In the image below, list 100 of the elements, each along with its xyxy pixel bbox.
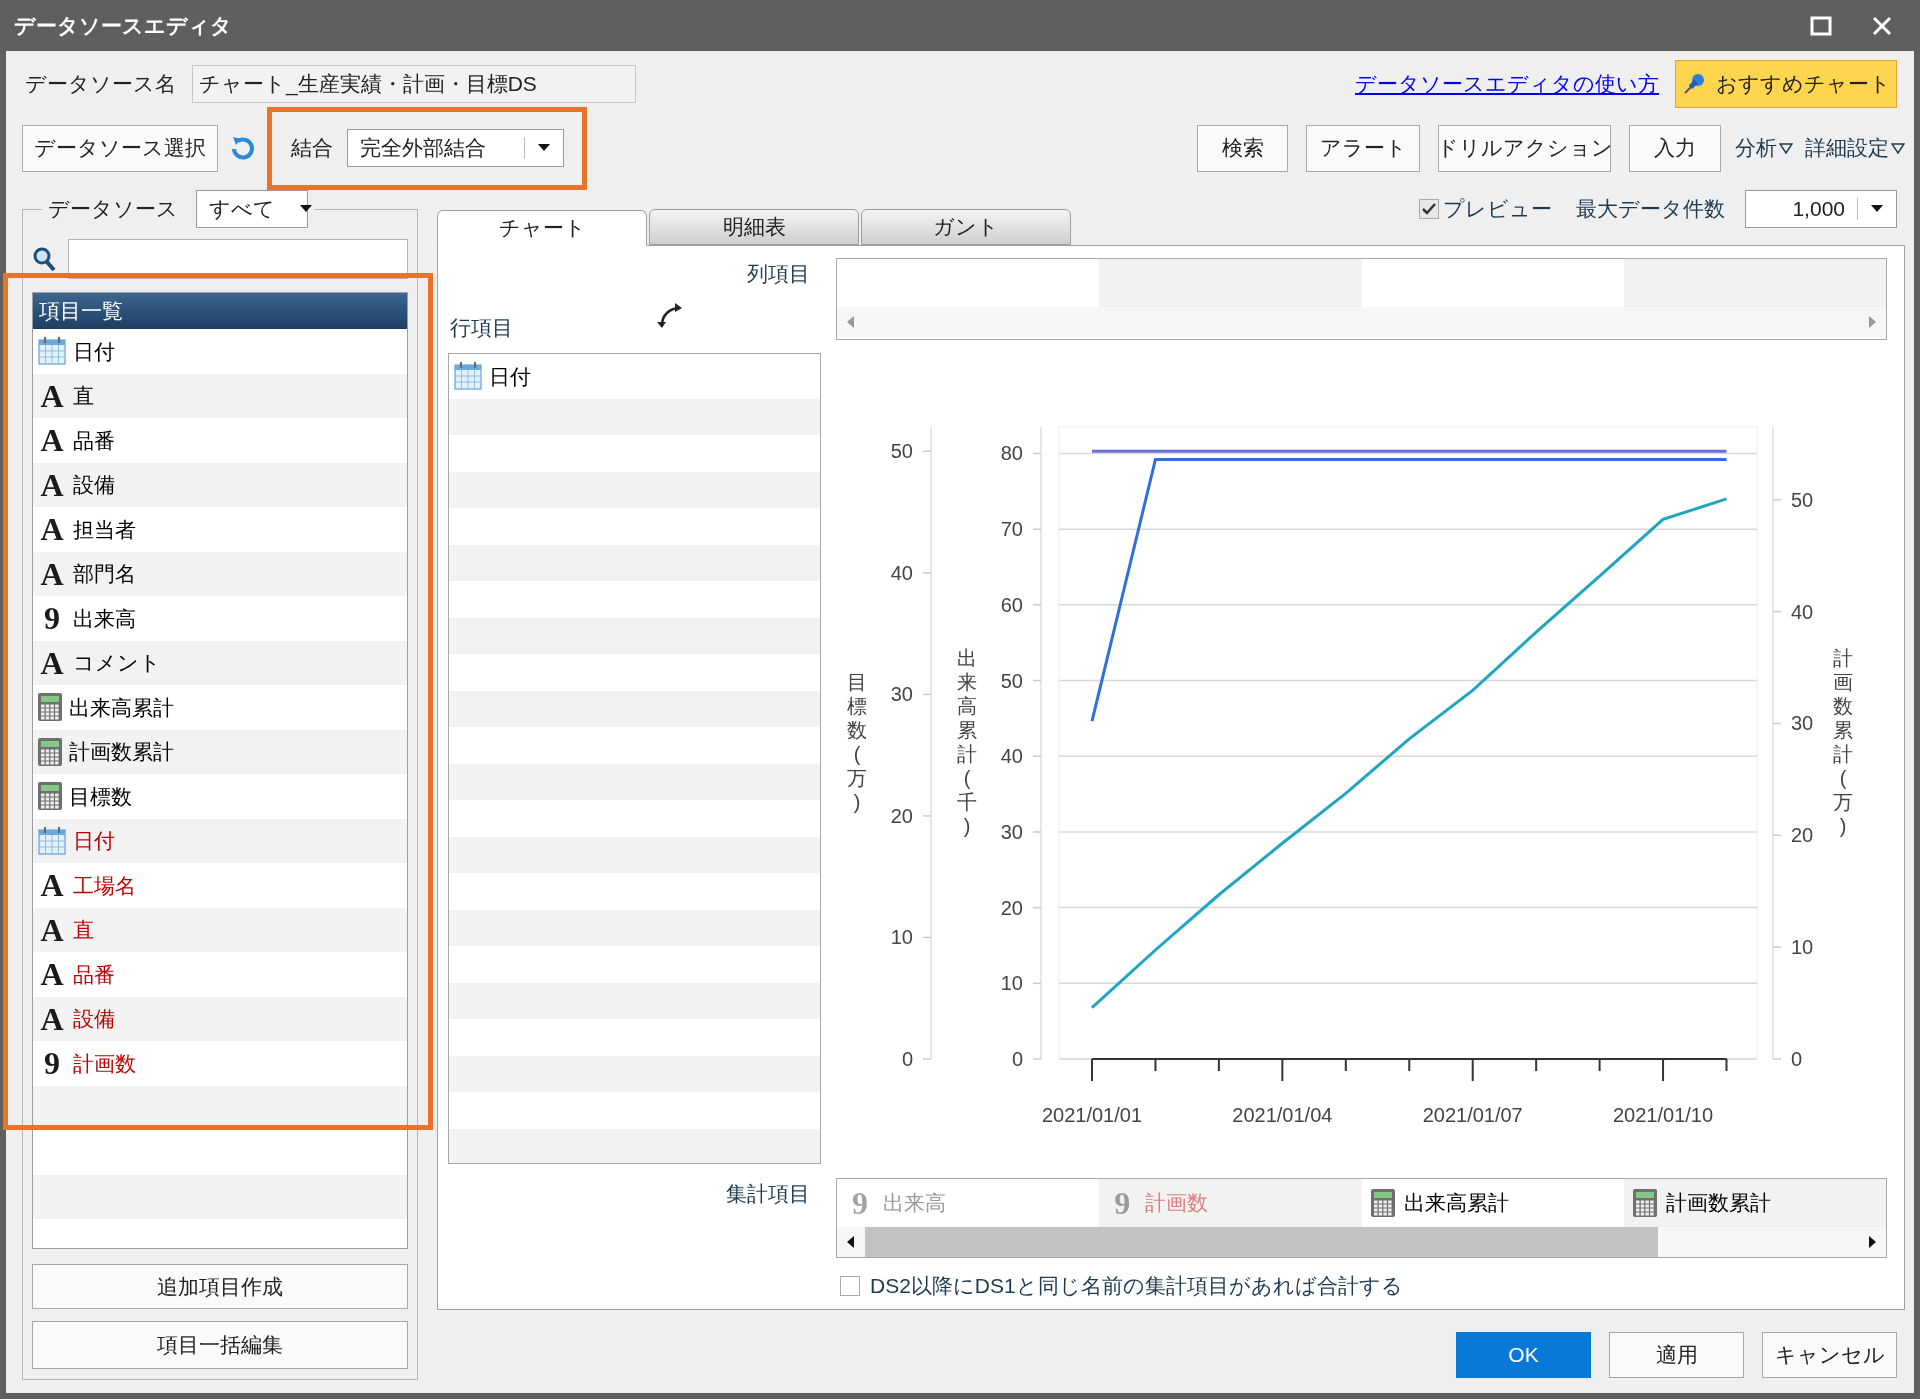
axis-tick-label: 20: [1000, 896, 1023, 919]
refresh-icon[interactable]: [230, 135, 256, 161]
name-field[interactable]: チャート_生産実績・計画・目標DS: [192, 65, 636, 103]
axis-tick-label: 20: [1791, 824, 1814, 847]
dropdown[interactable]: 1,000: [1745, 190, 1897, 228]
button[interactable]: アラート: [1306, 124, 1420, 172]
field-label: 計画数累計: [69, 739, 174, 765]
window-title: データソースエディタ: [14, 12, 232, 39]
scrollbar-thumb[interactable]: [865, 1227, 1658, 1257]
type-glyph: A: [39, 869, 65, 902]
scroll-right-icon[interactable]: [1868, 1236, 1876, 1248]
dropdown[interactable]: 完全外部結合: [347, 129, 564, 167]
dropdown-arrow-icon: [1870, 205, 1884, 213]
type-glyph: 9: [43, 602, 61, 635]
axis-tick-label: 0: [901, 1048, 913, 1070]
dialog-button[interactable]: 適用: [1609, 1332, 1744, 1378]
maximize-icon[interactable]: [1810, 15, 1832, 36]
axis-tick-label: 2021/01/04: [1232, 1104, 1333, 1126]
dropdown-triangle-icon: [1779, 142, 1793, 154]
type-glyph: A: [39, 424, 65, 457]
field-label: 設備: [73, 1006, 115, 1032]
close-icon[interactable]: [1872, 15, 1892, 36]
checkbox-label: DS2以降にDS1と同じ名前の集計項目があれば合計する: [870, 1273, 1403, 1300]
search-icon: [32, 246, 56, 272]
axis-tick-label: 10: [1000, 972, 1023, 995]
type-glyph: A: [39, 557, 65, 590]
button[interactable]: 追加項目作成: [32, 1264, 408, 1309]
field-label: 部門名: [73, 561, 136, 587]
dropdown-arrow-icon: [537, 144, 551, 152]
axis-tick-label: 40: [1000, 745, 1023, 768]
list-header: 項目一覧: [33, 293, 407, 329]
field-label: 日付: [73, 828, 115, 854]
type-glyph: A: [39, 468, 65, 501]
dropdown-arrow-icon: [299, 205, 313, 213]
calculator-icon: [37, 692, 63, 723]
section-label: 行項目: [450, 314, 513, 341]
scroll-left-icon[interactable]: [847, 1236, 855, 1248]
dialog-button[interactable]: キャンセル: [1762, 1332, 1897, 1378]
axis-tick-label: 30: [1000, 820, 1023, 843]
axis-tick-label: 2021/01/01: [1041, 1104, 1143, 1126]
dialog-button[interactable]: OK: [1456, 1332, 1591, 1378]
axis-tick-label: 30: [1791, 712, 1814, 735]
field-label: コメント: [73, 650, 161, 676]
checkbox[interactable]: [840, 1276, 860, 1296]
axis-tick-label: 50: [1000, 669, 1023, 692]
calendar-icon: [37, 336, 67, 367]
axis-tick-label: 20: [890, 804, 913, 827]
field-label: 担当者: [73, 516, 136, 543]
section-label: 列項目: [747, 261, 810, 287]
menu-button[interactable]: 詳細設定: [1805, 132, 1905, 164]
field-label: 計画数: [73, 1050, 136, 1077]
menu-button[interactable]: 分析: [1735, 132, 1793, 164]
check-icon: [1422, 203, 1436, 215]
axis-tick-label: 50: [1791, 488, 1814, 511]
checkbox-label: プレビュー: [1443, 196, 1552, 223]
checkbox[interactable]: [1419, 199, 1439, 219]
recommend-button[interactable]: おすすめチャート: [1675, 60, 1897, 108]
dropdown-triangle-icon: [1891, 142, 1905, 154]
axis-tick-label: 0: [1011, 1048, 1023, 1070]
field-label: 設備: [73, 472, 115, 498]
field-label: データソース名: [25, 71, 176, 98]
calculator-icon: [37, 781, 63, 812]
help-link[interactable]: データソースエディタの使い方: [1355, 68, 1659, 100]
group-label: データソース: [48, 196, 178, 223]
field-label: 最大データ件数: [1576, 196, 1725, 223]
aggregate-item[interactable]: 計画数累計: [1623, 1179, 1886, 1227]
axis-tick-label: 60: [1000, 593, 1023, 616]
type-glyph: A: [39, 513, 65, 546]
axis-tick-label: 30: [890, 683, 913, 706]
axis-tick-label: 10: [1791, 936, 1814, 959]
field-label: 直: [73, 917, 94, 943]
field-label: 工場名: [73, 872, 136, 899]
calendar-icon: [37, 825, 67, 856]
axis-tick-label: 10: [890, 926, 913, 949]
field-label: 出来高累計: [69, 694, 174, 721]
axis-tick-label: 40: [1791, 600, 1814, 623]
button[interactable]: データソース選択: [22, 124, 218, 172]
axis-tick-label: 80: [1000, 442, 1023, 465]
axis-tick-label: 2021/01/07: [1422, 1104, 1523, 1126]
field-label: 品番: [73, 961, 115, 988]
type-glyph: A: [39, 1002, 65, 1035]
tab[interactable]: ガント: [861, 209, 1071, 245]
axis-tick-label: 2021/01/10: [1613, 1104, 1714, 1126]
type-glyph: A: [39, 958, 65, 991]
tab[interactable]: チャート: [437, 210, 647, 246]
axis-title: 目標数(万): [847, 670, 867, 814]
button[interactable]: 項目一括編集: [32, 1321, 408, 1369]
button[interactable]: 入力: [1629, 124, 1721, 172]
field-label: 結合: [291, 135, 333, 162]
tab[interactable]: 明細表: [649, 209, 859, 245]
button[interactable]: ドリルアクション: [1438, 124, 1611, 172]
axis-title: 出来高累計(千): [957, 646, 977, 838]
type-glyph: 9: [851, 1187, 869, 1219]
field-label: 日付: [73, 338, 115, 365]
axis-tick-label: 50: [890, 440, 913, 463]
type-glyph: A: [39, 913, 65, 946]
type-glyph: A: [39, 379, 65, 412]
calculator-icon: [37, 736, 63, 767]
button[interactable]: 検索: [1197, 124, 1288, 172]
field-label: 目標数: [69, 783, 132, 810]
